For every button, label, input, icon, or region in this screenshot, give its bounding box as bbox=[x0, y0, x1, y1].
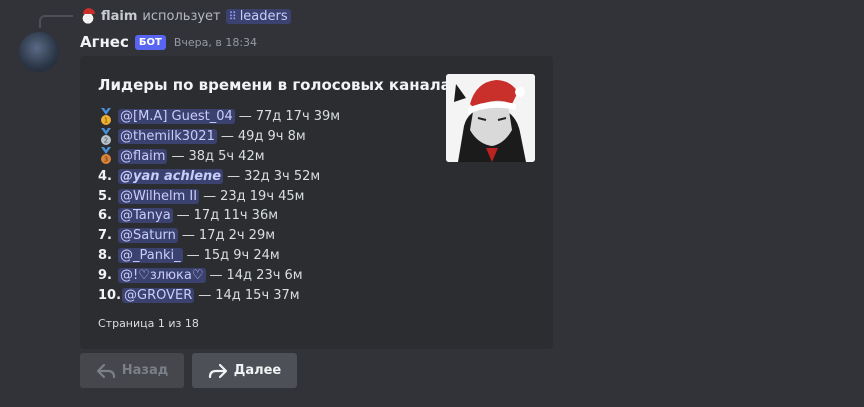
voice-time: 49д 9ч 8м bbox=[237, 129, 306, 145]
rank-number: 6. bbox=[98, 208, 112, 224]
rank-number: 5. bbox=[98, 188, 112, 204]
voice-time: 77д 17ч 39м bbox=[255, 109, 341, 125]
message-username[interactable]: Агнес bbox=[80, 33, 129, 51]
separator: — bbox=[186, 247, 200, 263]
rank-number: 10. bbox=[98, 287, 122, 303]
svg-text:1: 1 bbox=[104, 116, 108, 124]
message-timestamp[interactable]: Вчера, в 18:34 bbox=[174, 36, 257, 49]
user-mention[interactable]: @GROVER bbox=[122, 287, 195, 303]
rank-number: 9. bbox=[98, 267, 112, 283]
separator: — bbox=[181, 228, 195, 244]
reply-arrow-icon bbox=[96, 363, 116, 379]
list-item: 3 @flaim — 38д 5ч 42м bbox=[98, 147, 340, 167]
voice-time: 14д 15ч 37м bbox=[215, 287, 300, 303]
back-button[interactable]: Назад bbox=[80, 353, 184, 388]
user-mention[interactable]: @_Panki_ bbox=[118, 247, 183, 263]
user-mention[interactable]: @flaim bbox=[118, 148, 168, 164]
voice-time: 38д 5ч 42м bbox=[188, 148, 265, 164]
separator: — bbox=[238, 109, 252, 125]
embed-title: Лидеры по времени в голосовых каналах bbox=[98, 76, 461, 94]
medal-gold-icon: 1 bbox=[98, 107, 118, 126]
rank-number: 8. bbox=[98, 247, 112, 263]
svg-text:2: 2 bbox=[104, 136, 108, 144]
list-item: 9. @!♡злюка♡ — 14д 23ч 6м bbox=[98, 265, 340, 285]
bot-tag: БОТ bbox=[134, 34, 166, 50]
list-item: 2 @themilk3021 — 49д 9ч 8м bbox=[98, 127, 340, 147]
voice-time: 17д 11ч 36м bbox=[193, 208, 279, 224]
separator: — bbox=[203, 188, 217, 204]
reply-verb: использует bbox=[142, 8, 221, 24]
separator: — bbox=[209, 267, 223, 283]
separator: — bbox=[220, 129, 234, 145]
medal-silver-icon: 2 bbox=[98, 127, 118, 146]
list-item: 8. @_Panki_ — 15д 9ч 24м bbox=[98, 246, 340, 266]
separator: — bbox=[198, 287, 212, 303]
back-button-label: Назад bbox=[121, 363, 169, 378]
reply-preview[interactable]: flaim использует ⠿ leaders bbox=[80, 7, 291, 25]
separator: — bbox=[171, 148, 185, 164]
separator: — bbox=[176, 208, 190, 224]
reply-avatar[interactable] bbox=[80, 8, 96, 24]
voice-time: 15д 9ч 24м bbox=[203, 247, 280, 263]
user-mention[interactable]: @!♡злюка♡ bbox=[118, 267, 206, 283]
message-header: Агнес БОТ Вчера, в 18:34 bbox=[80, 33, 257, 51]
reply-username[interactable]: flaim bbox=[101, 9, 137, 24]
voice-time: 17д 2ч 29м bbox=[198, 228, 276, 244]
list-item: 6. @Tanya — 17д 11ч 36м bbox=[98, 206, 340, 226]
user-mention[interactable]: @Tanya bbox=[118, 208, 173, 224]
voice-time: 32д 3ч 52м bbox=[244, 168, 321, 184]
voice-time: 14д 23ч 6м bbox=[226, 267, 303, 283]
embed-thumbnail[interactable] bbox=[446, 74, 535, 162]
user-mention[interactable]: @[M.A] Guest_04 bbox=[118, 109, 235, 125]
leaderboard-embed: Лидеры по времени в голосовых каналах 1 … bbox=[80, 56, 553, 349]
separator: — bbox=[227, 168, 241, 184]
user-mention[interactable]: @themilk3021 bbox=[118, 129, 217, 145]
next-button-label: Далее bbox=[233, 363, 282, 378]
list-item: 1 @[M.A] Guest_04 — 77д 17ч 39м bbox=[98, 107, 340, 127]
list-item: 4. @yan achlene — 32д 3ч 52м bbox=[98, 166, 340, 186]
list-item: 10. @GROVER — 14д 15ч 37м bbox=[98, 285, 340, 305]
embed-footer: Страница 1 из 18 bbox=[98, 317, 199, 330]
list-item: 5. @Wilhelm II — 23д 19ч 45м bbox=[98, 186, 340, 206]
list-item: 7. @Saturn — 17д 2ч 29м bbox=[98, 226, 340, 246]
command-mention[interactable]: ⠿ leaders bbox=[225, 8, 291, 24]
user-mention[interactable]: @Wilhelm II bbox=[118, 188, 200, 204]
next-button[interactable]: Далее bbox=[192, 353, 297, 388]
forward-arrow-icon bbox=[208, 363, 228, 379]
slash-command-icon: ⠿ bbox=[228, 9, 237, 23]
rank-number: 7. bbox=[98, 228, 112, 244]
thumbnail-art bbox=[446, 74, 535, 162]
svg-text:3: 3 bbox=[104, 156, 108, 164]
leaderboard-list: 1 @[M.A] Guest_04 — 77д 17ч 39м 2 @themi… bbox=[98, 107, 340, 305]
voice-time: 23д 19ч 45м bbox=[220, 188, 305, 204]
medal-bronze-icon: 3 bbox=[98, 147, 118, 165]
user-mention[interactable]: @Saturn bbox=[118, 228, 178, 244]
command-name: leaders bbox=[239, 8, 288, 24]
reply-connector bbox=[39, 15, 73, 28]
user-mention[interactable]: @yan achlene bbox=[118, 168, 224, 184]
avatar[interactable] bbox=[19, 32, 59, 72]
rank-number: 4. bbox=[98, 168, 112, 184]
